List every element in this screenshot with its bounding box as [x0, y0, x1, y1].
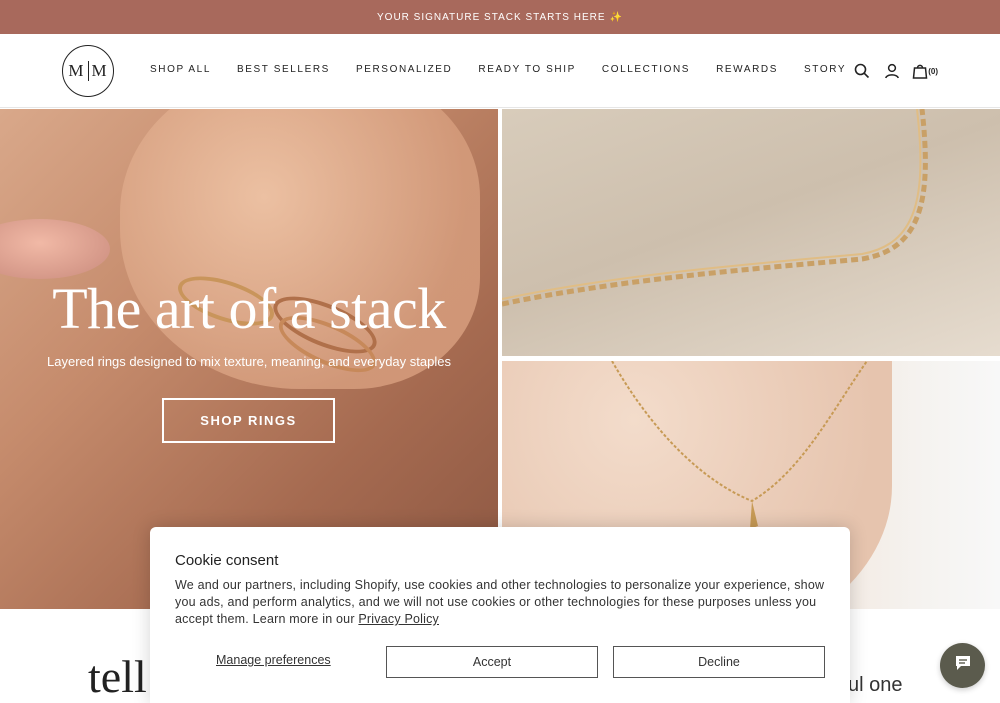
cookie-body: We and our partners, including Shopify, … [175, 577, 825, 628]
chat-button[interactable] [940, 643, 985, 688]
search-icon[interactable] [852, 61, 872, 81]
announcement-text: YOUR SIGNATURE STACK STARTS HERE [377, 11, 606, 23]
privacy-policy-link[interactable]: Privacy Policy [358, 612, 439, 626]
brand-logo[interactable]: M M [62, 45, 114, 97]
bag-icon[interactable]: (0) [912, 61, 938, 81]
hero-subtitle: Layered rings designed to mix texture, m… [47, 354, 451, 369]
nav-rewards[interactable]: REWARDS [716, 64, 778, 75]
nav-personalized[interactable]: PERSONALIZED [356, 64, 452, 75]
logo-letter-right: M [91, 61, 108, 80]
chat-icon [954, 654, 972, 677]
sparkle-icon: ✨ [609, 11, 623, 23]
account-icon[interactable] [882, 61, 902, 81]
nav-best-sellers[interactable]: BEST SELLERS [237, 64, 330, 75]
announcement-bar: YOUR SIGNATURE STACK STARTS HERE ✨ [0, 0, 1000, 34]
lips-shape [0, 219, 110, 279]
cart-count: (0) [928, 66, 938, 76]
nav-ready-to-ship[interactable]: READY TO SHIP [478, 64, 576, 75]
shop-rings-button[interactable]: SHOP RINGS [162, 398, 335, 443]
nav-collections[interactable]: COLLECTIONS [602, 64, 690, 75]
site-header: M M SHOP ALL BEST SELLERS PERSONALIZED R… [0, 34, 1000, 108]
main-nav: SHOP ALL BEST SELLERS PERSONALIZED READY… [150, 64, 872, 75]
nav-story[interactable]: STORY [804, 64, 846, 75]
logo-divider [87, 61, 89, 81]
manage-preferences-link[interactable]: Manage preferences [216, 653, 331, 667]
cookie-title: Cookie consent [175, 552, 279, 569]
logo-letter-left: M [68, 61, 85, 80]
accept-button[interactable]: Accept [386, 646, 598, 678]
hero-title: The art of a stack [52, 276, 446, 341]
section-heading-fragment: tell [88, 651, 147, 702]
header-icons: (0) [842, 61, 938, 81]
cookie-consent-dialog: Cookie consent We and our partners, incl… [150, 527, 850, 703]
nav-shop-all[interactable]: SHOP ALL [150, 64, 211, 75]
decline-button[interactable]: Decline [613, 646, 825, 678]
bracelet-chain-shape [502, 109, 928, 307]
cookie-body-text: We and our partners, including Shopify, … [175, 578, 825, 626]
bracelet-image[interactable] [502, 109, 1000, 356]
